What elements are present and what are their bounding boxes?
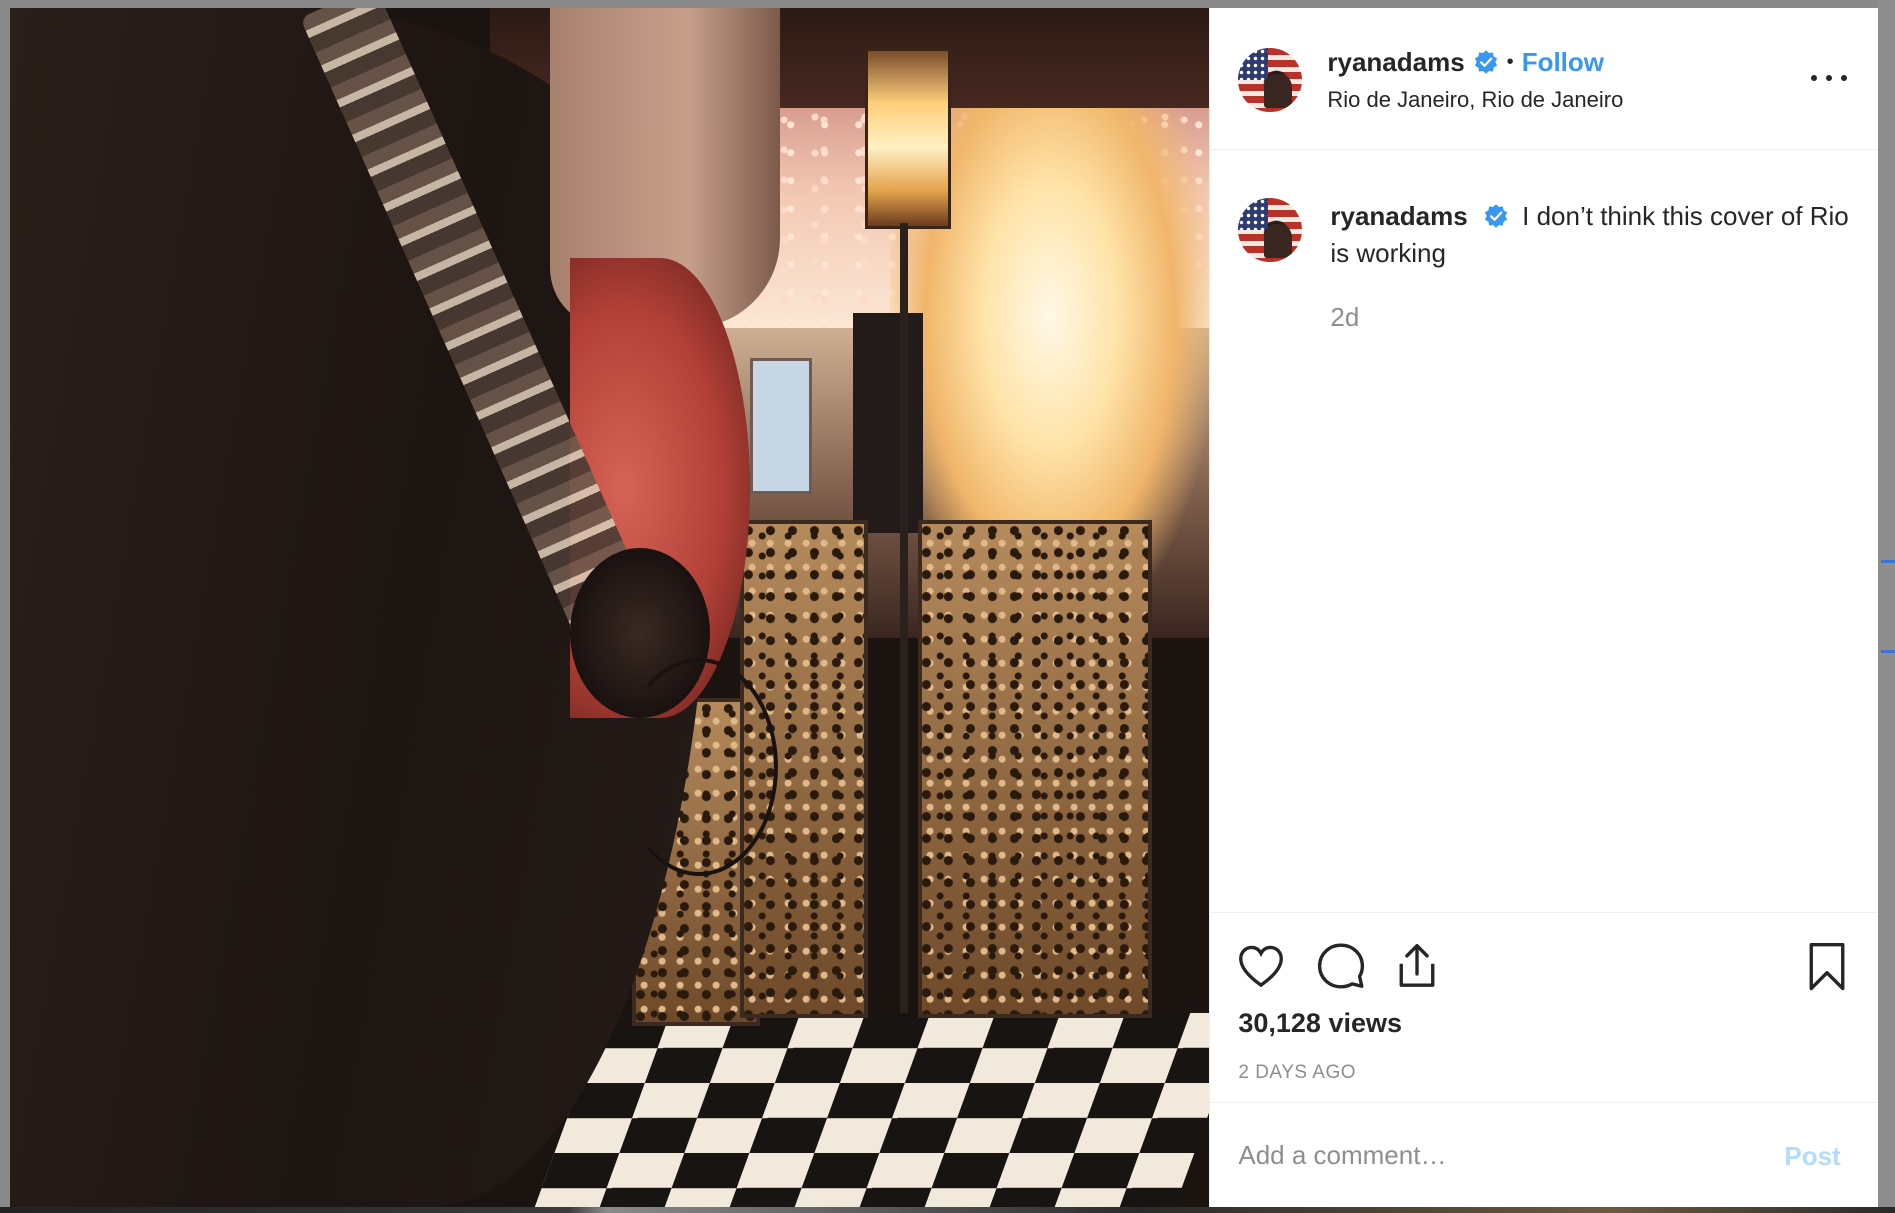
bookmark-icon	[1809, 942, 1845, 991]
verified-badge-icon	[1484, 204, 1508, 228]
backdrop-tick	[1881, 560, 1895, 563]
post-comment-button[interactable]: Post	[1784, 1141, 1840, 1172]
more-dot	[1811, 75, 1818, 81]
video-cable	[620, 658, 778, 876]
save-button[interactable]	[1800, 939, 1854, 993]
post-date[interactable]: 2 DAYS AGO	[1238, 1062, 1356, 1084]
header-separator: •	[1506, 50, 1514, 73]
post-details-panel: ryanadams • Follow Rio de Janeiro, Rio d…	[1209, 8, 1878, 1207]
post-actions: 30,128 views 2 DAYS AGO	[1210, 912, 1878, 1102]
location-link[interactable]: Rio de Janeiro, Rio de Janeiro	[1327, 87, 1623, 113]
caption-section: ryanadams I don’t think this cover of Ri…	[1210, 150, 1878, 912]
more-dot	[1826, 75, 1833, 81]
avatar[interactable]	[1238, 48, 1303, 112]
share-icon	[1399, 944, 1435, 987]
verified-badge-icon	[1474, 50, 1497, 74]
username-link[interactable]: ryanadams	[1327, 47, 1464, 78]
comment-button[interactable]	[1314, 939, 1368, 993]
video-checkered-floor	[534, 1013, 1210, 1207]
caption-timestamp[interactable]: 2d	[1330, 302, 1359, 333]
caption-username-link[interactable]: ryanadams	[1330, 201, 1467, 231]
post-modal: ryanadams • Follow Rio de Janeiro, Rio d…	[10, 8, 1878, 1207]
view-count[interactable]: 30,128 views	[1238, 1008, 1402, 1039]
follow-button[interactable]: Follow	[1522, 47, 1604, 78]
header-user-line: ryanadams • Follow	[1327, 44, 1604, 80]
video-lamp	[865, 48, 951, 229]
more-dot	[1841, 75, 1848, 81]
caption-avatar[interactable]	[1238, 198, 1303, 262]
page-backdrop-right	[1878, 0, 1895, 1213]
page-backdrop-bottom	[0, 1207, 1895, 1213]
add-comment-section: Post	[1210, 1102, 1878, 1207]
post-header: ryanadams • Follow Rio de Janeiro, Rio d…	[1210, 8, 1878, 150]
video-mic-stand	[900, 223, 908, 1013]
more-options-icon[interactable]	[1811, 68, 1848, 88]
video-window	[750, 358, 812, 494]
video-amp-cabinet	[918, 520, 1152, 1018]
post-caption: ryanadams I don’t think this cover of Ri…	[1330, 198, 1850, 272]
share-button[interactable]	[1390, 939, 1444, 993]
video-speaker	[853, 313, 923, 533]
like-button[interactable]	[1234, 939, 1288, 993]
comment-bubble-icon	[1318, 943, 1365, 989]
heart-icon	[1239, 945, 1284, 988]
backdrop-tick	[1881, 650, 1895, 653]
comment-input[interactable]	[1238, 1133, 1739, 1177]
post-video[interactable]	[10, 8, 1210, 1207]
